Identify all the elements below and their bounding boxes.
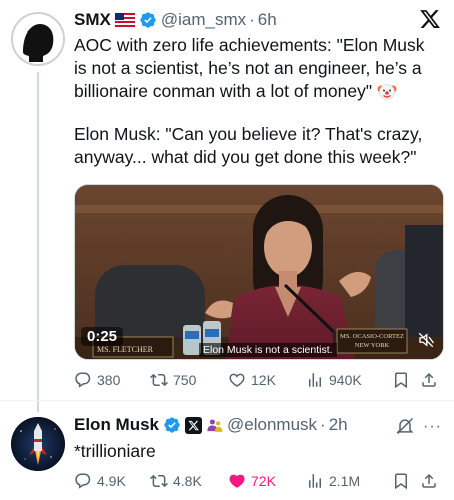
repost-count: 750 [173,372,197,388]
repost-count: 4.8K [173,473,202,489]
people-badge-icon [206,417,223,434]
like-icon [229,474,245,488]
nameplate-right-state: NEW YORK [354,342,390,349]
tweet1-text-line: Elon Musk: "Can you believe it? That's c… [74,124,423,144]
repost-button[interactable]: 750 [150,371,228,389]
views-icon [309,474,321,488]
share-button[interactable] [420,472,440,490]
verified-icon [163,416,181,434]
nameplate-left: MS. FLETCHER [97,345,154,354]
tweet1-text-gap [74,103,446,123]
tweet1-text-line: anyway... what did you get done this wee… [74,147,417,167]
like-count: 72K [251,473,276,489]
tweet1-text-line: billionaire conman with a lot of money" [74,80,446,103]
clown-emoji-icon [377,82,397,102]
like-icon [229,373,245,387]
views-count: 940K [329,372,362,388]
smx-avatar[interactable] [11,12,65,66]
tweet2-author-name[interactable]: Elon Musk [74,415,159,435]
views-button[interactable]: 940K [306,371,392,389]
reply-button[interactable]: 4.9K [74,472,150,490]
tweet2-header: Elon Musk @elonmusk · 2h [74,414,348,436]
x-affiliate-badge-icon [185,416,203,434]
tweet2-timestamp[interactable]: 2h [329,415,348,435]
video-duration-badge: 0:25 [81,327,124,346]
tweet1-header: SMX @iam_smx · 6h [74,9,277,31]
tweet2-text: *trillioniare [74,441,156,461]
more-icon[interactable]: ··· [423,418,442,436]
tweet2-handle[interactable]: @elonmusk [227,415,317,435]
share-icon [422,473,436,488]
bookmark-button[interactable] [392,472,420,490]
reply-count: 4.9K [97,473,126,489]
views-button[interactable]: 2.1M [306,472,392,490]
tweet1-text-line: is not a scientist, he’s not an engineer… [74,58,422,78]
reply-icon [75,372,91,388]
tweet1-actions: 380 750 12K 940K [74,369,446,391]
reply-count: 380 [97,372,121,388]
x-logo-icon[interactable] [419,8,443,32]
views-icon [309,373,321,387]
repost-icon [150,474,168,488]
tweet1-author-name[interactable]: SMX [74,10,111,30]
like-button[interactable]: 72K [228,472,306,490]
reply-icon [75,473,91,489]
nameplate-right: MS. OCASIO-CORTEZ NEW YORK [339,332,405,350]
separator-dot: · [249,10,255,29]
tweet1-timestamp[interactable]: 6h [258,10,277,30]
like-count: 12K [251,372,276,388]
mute-bell-icon[interactable] [395,416,415,441]
nameplate-right-name: MS. OCASIO-CORTEZ [340,333,404,340]
tweet2-actions: 4.9K 4.8K 72K 2.1M [74,470,446,492]
tweet1-handle[interactable]: @iam_smx [161,10,246,30]
verified-icon [139,11,157,29]
tweet1-text: AOC with zero life achievements: "Elon M… [74,34,446,169]
video-caption: Elon Musk is not a scientist. [199,343,337,357]
share-icon [422,372,436,387]
bookmark-icon [395,372,407,389]
views-count: 2.1M [329,473,361,489]
mute-icon[interactable] [417,331,437,351]
tweet1-video[interactable]: 0:25 MS. FLETCHER MS. OCASIO-CORTEZ NEW … [74,184,444,360]
separator-dot: · [320,415,326,434]
elonmusk-avatar[interactable] [11,417,65,471]
repost-icon [150,373,168,387]
tweet1-text-fragment: billionaire conman with a lot of money" [74,81,373,101]
tweet-divider [0,400,454,401]
thread-connector-line [37,72,39,412]
us-flag-icon [114,13,135,27]
repost-button[interactable]: 4.8K [150,472,228,490]
bookmark-button[interactable] [392,371,420,389]
bookmark-icon [395,473,407,490]
like-button[interactable]: 12K [228,371,306,389]
reply-button[interactable]: 380 [74,371,150,389]
tweet1-text-line: AOC with zero life achievements: "Elon M… [74,35,425,55]
share-button[interactable] [420,371,440,389]
